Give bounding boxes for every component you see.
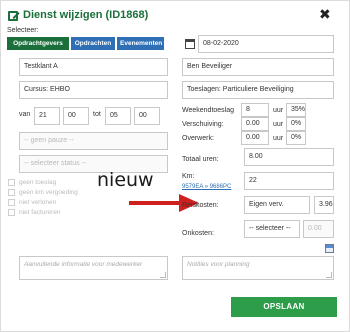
verschuiving-unit: uur — [273, 121, 284, 128]
weekend-hours-input[interactable]: 8 — [241, 103, 269, 117]
geen-toeslag-label: geen toeslag — [19, 179, 57, 186]
route-link[interactable]: 9579EA » 9686PC — [182, 184, 231, 190]
overwerk-unit: uur — [273, 135, 284, 142]
geen-km-checkbox[interactable] — [8, 189, 15, 196]
toeslagen-field[interactable]: Toeslagen: Particuliere Beveiliging — [182, 81, 334, 99]
onkosten-label: Onkosten: — [182, 230, 214, 237]
beveiliger-field[interactable]: Ben Beveiliger — [182, 58, 334, 76]
edit-icon — [8, 11, 18, 21]
planning-notes-textarea[interactable]: Notities voor planning — [182, 256, 334, 280]
van-minute-input[interactable]: 00 — [63, 107, 89, 125]
niet-factureren-checkbox[interactable] — [8, 209, 15, 216]
geen-km-label: geen km vergoeding — [19, 189, 78, 196]
geen-toeslag-checkbox[interactable] — [8, 179, 15, 186]
reiskosten-type-select[interactable]: Eigen verv. — [244, 196, 310, 214]
close-icon[interactable]: ✖ — [319, 7, 331, 21]
niet-verlonen-label: niet verlonen — [19, 199, 57, 206]
tot-hour-input[interactable]: 05 — [105, 107, 131, 125]
klant-field[interactable]: Testklant A — [19, 58, 168, 76]
opdrachtgevers-button[interactable]: Opdrachtgevers — [7, 37, 69, 50]
evenementen-button[interactable]: Evenementen — [117, 37, 164, 50]
overwerk-pct-input[interactable]: 0% — [286, 131, 306, 145]
tot-minute-input[interactable]: 00 — [134, 107, 160, 125]
km-label: Km: — [182, 173, 195, 180]
window-icon[interactable] — [325, 244, 334, 253]
totaal-uren-label: Totaal uren: — [182, 156, 219, 163]
van-hour-input[interactable]: 21 — [34, 107, 60, 125]
weekend-pct-input[interactable]: 35% — [286, 103, 306, 117]
dialog-title: Dienst wijzigen (ID1868) — [23, 9, 149, 21]
van-label: van — [19, 111, 31, 118]
verschuiving-hours-input[interactable]: 0.00 — [241, 117, 269, 131]
selecteer-label: Selecteer: — [7, 27, 39, 34]
totaal-uren-field: 8.00 — [244, 148, 334, 166]
medewerker-notes-textarea[interactable]: Aanvullende informatie voor medewerker — [19, 256, 168, 280]
tot-label: tot — [93, 111, 101, 118]
reiskosten-label: Reiskosten: — [182, 202, 219, 209]
onkosten-amount-input[interactable]: 0.00 — [303, 220, 334, 238]
verschuiving-label: Verschuiving: — [182, 121, 224, 128]
date-field[interactable]: 08-02-2020 — [198, 35, 334, 53]
reiskosten-amount-field: 3.96 — [314, 196, 334, 214]
overwerk-hours-input[interactable]: 0.00 — [241, 131, 269, 145]
niet-verlonen-checkbox[interactable] — [8, 199, 15, 206]
weekendtoeslag-label: Weekendtoeslag — [182, 107, 235, 114]
onkosten-select[interactable]: -- selecteer -- — [244, 220, 300, 238]
edit-shift-dialog: Dienst wijzigen (ID1868) ✖ Selecteer: Op… — [0, 0, 350, 332]
niet-factureren-label: niet factureren — [19, 209, 61, 216]
save-button[interactable]: OPSLAAN — [231, 297, 337, 317]
cursus-field[interactable]: Cursus: EHBO — [19, 81, 168, 99]
resize-handle[interactable] — [160, 272, 166, 278]
km-field[interactable]: 22 — [244, 172, 334, 190]
opdrachten-button[interactable]: Opdrachten — [71, 37, 115, 50]
weekend-unit: uur — [273, 107, 284, 114]
verschuiving-pct-input[interactable]: 0% — [286, 117, 306, 131]
calendar-icon[interactable] — [185, 39, 195, 49]
resize-handle[interactable] — [326, 272, 332, 278]
overwerk-label: Overwerk: — [182, 135, 214, 142]
nieuw-annotation: nieuw — [97, 169, 154, 191]
pauze-select[interactable]: -- geen pauze -- — [19, 132, 168, 150]
